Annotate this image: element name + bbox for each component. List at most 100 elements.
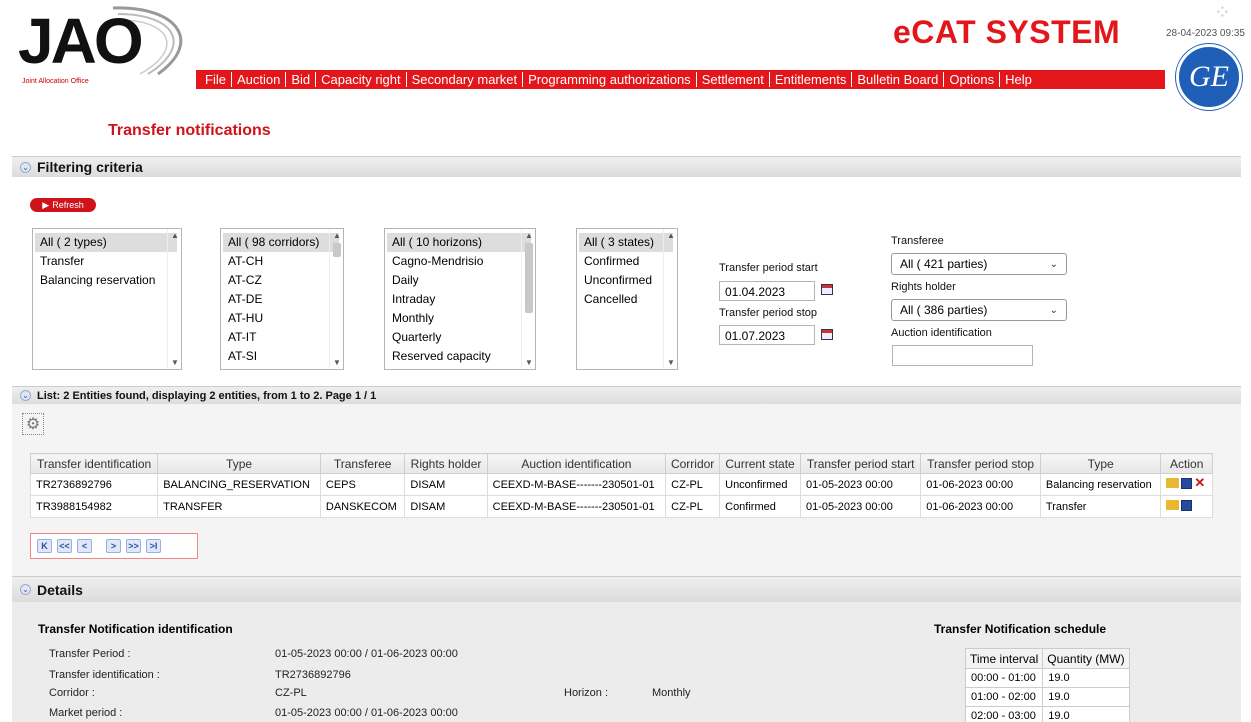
scroll-up-icon[interactable]: ▲ xyxy=(525,231,533,240)
col-header[interactable]: Rights holder xyxy=(404,453,488,474)
type-listbox[interactable]: All ( 2 types) Transfer Balancing reserv… xyxy=(32,228,182,370)
corridor-listbox[interactable]: All ( 98 corridors) AT-CH AT-CZ AT-DE AT… xyxy=(220,228,344,370)
first-page-button[interactable]: K xyxy=(37,539,52,553)
col-header[interactable]: Transfer identification xyxy=(29,453,159,474)
scrollbar[interactable]: ▲ ▼ xyxy=(521,229,535,369)
listbox-option[interactable]: Reserved capacity xyxy=(387,347,535,366)
last-page-button[interactable]: >I xyxy=(146,539,161,553)
col-header[interactable]: Type xyxy=(157,453,321,474)
gear-icon[interactable]: ⚙ xyxy=(22,413,44,435)
open-folder-icon[interactable] xyxy=(1166,478,1180,489)
scroll-thumb[interactable] xyxy=(333,243,341,257)
listbox-option[interactable]: All ( 2 types) xyxy=(35,233,177,252)
cell: TR3988154982 xyxy=(29,495,159,518)
menu-file[interactable]: File xyxy=(200,72,232,87)
listbox-option[interactable]: AT-CZ xyxy=(223,271,343,290)
menu-settlement[interactable]: Settlement xyxy=(697,72,770,87)
cell: Unconfirmed xyxy=(719,473,801,496)
listbox-option[interactable]: Monthly xyxy=(387,309,535,328)
scroll-down-icon[interactable]: ▼ xyxy=(333,358,341,367)
select-value: All ( 421 parties) xyxy=(900,257,988,271)
menu-bid[interactable]: Bid xyxy=(286,72,317,87)
rights-holder-select[interactable]: All ( 386 parties) ⌄ xyxy=(891,299,1067,321)
col-header[interactable]: Transfer period start xyxy=(799,453,922,474)
page-title: Transfer notifications xyxy=(108,122,271,139)
listbox-option[interactable]: Daily xyxy=(387,271,535,290)
scroll-down-icon[interactable]: ▼ xyxy=(525,358,533,367)
col-header[interactable]: Action xyxy=(1160,453,1213,474)
col-header[interactable]: Transferee xyxy=(319,453,406,474)
delete-icon[interactable]: ✕ xyxy=(1194,476,1205,489)
table-row[interactable]: TR2736892796 BALANCING_RESERVATION CEPS … xyxy=(29,473,1213,496)
horizon-label: Horizon : xyxy=(564,687,609,699)
prev-page-button[interactable]: < xyxy=(77,539,92,553)
menu-capacity-right[interactable]: Capacity right xyxy=(316,72,407,87)
listbox-option[interactable]: AT-IT xyxy=(223,328,343,347)
details-section-header[interactable]: ⌄ Details xyxy=(12,576,1241,602)
col-header[interactable]: Corridor xyxy=(665,453,721,474)
listbox-option[interactable]: AT-HU xyxy=(223,309,343,328)
calendar-icon[interactable] xyxy=(821,329,833,340)
listbox-option[interactable]: Intraday xyxy=(387,290,535,309)
listbox-option[interactable]: AT-DE xyxy=(223,290,343,309)
col-header[interactable]: Auction identification xyxy=(486,453,667,474)
auction-id-input[interactable] xyxy=(892,345,1033,366)
scroll-down-icon[interactable]: ▼ xyxy=(667,358,675,367)
listbox-option[interactable]: Balancing reservation xyxy=(35,271,181,290)
table-row: 01:00 - 02:00 19.0 xyxy=(964,687,1130,707)
menu-programming-authorizations[interactable]: Programming authorizations xyxy=(523,72,697,87)
prev-block-button[interactable]: << xyxy=(57,539,72,553)
scroll-down-icon[interactable]: ▼ xyxy=(171,358,179,367)
menu-auction[interactable]: Auction xyxy=(232,72,287,87)
listbox-option[interactable]: AT-SI xyxy=(223,347,343,366)
listbox-option[interactable]: All ( 3 states) xyxy=(579,233,673,252)
save-icon[interactable] xyxy=(1181,477,1193,489)
table-row[interactable]: TR3988154982 TRANSFER DANSKECOM DISAM CE… xyxy=(29,495,1213,518)
next-page-button[interactable]: > xyxy=(106,539,121,553)
corridor-value: CZ-PL xyxy=(275,687,307,699)
menu-help[interactable]: Help xyxy=(1000,72,1037,87)
listbox-option[interactable]: All ( 98 corridors) xyxy=(223,233,339,252)
listbox-option[interactable]: Quarterly xyxy=(387,328,535,347)
scroll-up-icon[interactable]: ▲ xyxy=(667,231,675,240)
open-folder-icon[interactable] xyxy=(1166,500,1180,511)
period-stop-input[interactable]: 01.07.2023 xyxy=(719,325,815,345)
collapse-chevron-icon[interactable]: ⌄ xyxy=(20,584,31,595)
table-row: 02:00 - 03:00 19.0 xyxy=(964,706,1130,722)
filtering-section-header[interactable]: ⌄ Filtering criteria xyxy=(12,156,1241,177)
details-id-title: Transfer Notification identification xyxy=(38,622,233,636)
cell: BALANCING_RESERVATION xyxy=(157,473,321,496)
menu-entitlements[interactable]: Entitlements xyxy=(770,72,853,87)
cell: DANSKECOM xyxy=(319,495,406,518)
scroll-thumb[interactable] xyxy=(525,243,533,313)
listbox-option[interactable]: Transfer xyxy=(35,252,181,271)
period-start-label: Transfer period start xyxy=(719,262,818,274)
collapse-chevron-icon[interactable]: ⌄ xyxy=(20,390,31,401)
col-header[interactable]: Current state xyxy=(719,453,801,474)
scrollbar[interactable]: ▲ ▼ xyxy=(167,229,181,369)
menu-options[interactable]: Options xyxy=(944,72,1001,87)
list-section-header[interactable]: ⌄ List: 2 Entities found, displaying 2 e… xyxy=(12,386,1241,404)
listbox-option[interactable]: AT-CH xyxy=(223,252,343,271)
col-header[interactable]: Transfer period stop xyxy=(920,453,1041,474)
next-block-button[interactable]: >> xyxy=(126,539,141,553)
scrollbar[interactable]: ▲ ▼ xyxy=(329,229,343,369)
menu-secondary-market[interactable]: Secondary market xyxy=(407,72,524,87)
period-start-input[interactable]: 01.04.2023 xyxy=(719,281,815,301)
collapse-chevron-icon[interactable]: ⌄ xyxy=(20,161,31,173)
scrollbar[interactable]: ▲ ▼ xyxy=(663,229,677,369)
scroll-up-icon[interactable]: ▲ xyxy=(333,231,341,240)
menu-bulletin-board[interactable]: Bulletin Board xyxy=(852,72,945,87)
refresh-button[interactable]: ▶ Refresh xyxy=(30,198,96,212)
horizon-listbox[interactable]: All ( 10 horizons) Cagno-Mendrisio Daily… xyxy=(384,228,536,370)
cell: Balancing reservation xyxy=(1039,473,1162,496)
transferee-select[interactable]: All ( 421 parties) ⌄ xyxy=(891,253,1067,275)
scroll-up-icon[interactable]: ▲ xyxy=(171,231,179,240)
calendar-icon[interactable] xyxy=(821,284,833,295)
listbox-option[interactable]: All ( 10 horizons) xyxy=(387,233,531,252)
cell: 01:00 - 02:00 xyxy=(964,687,1044,707)
save-icon[interactable] xyxy=(1181,499,1193,511)
state-listbox[interactable]: All ( 3 states) Confirmed Unconfirmed Ca… xyxy=(576,228,678,370)
col-header[interactable]: Type xyxy=(1039,453,1162,474)
listbox-option[interactable]: Cagno-Mendrisio xyxy=(387,252,535,271)
